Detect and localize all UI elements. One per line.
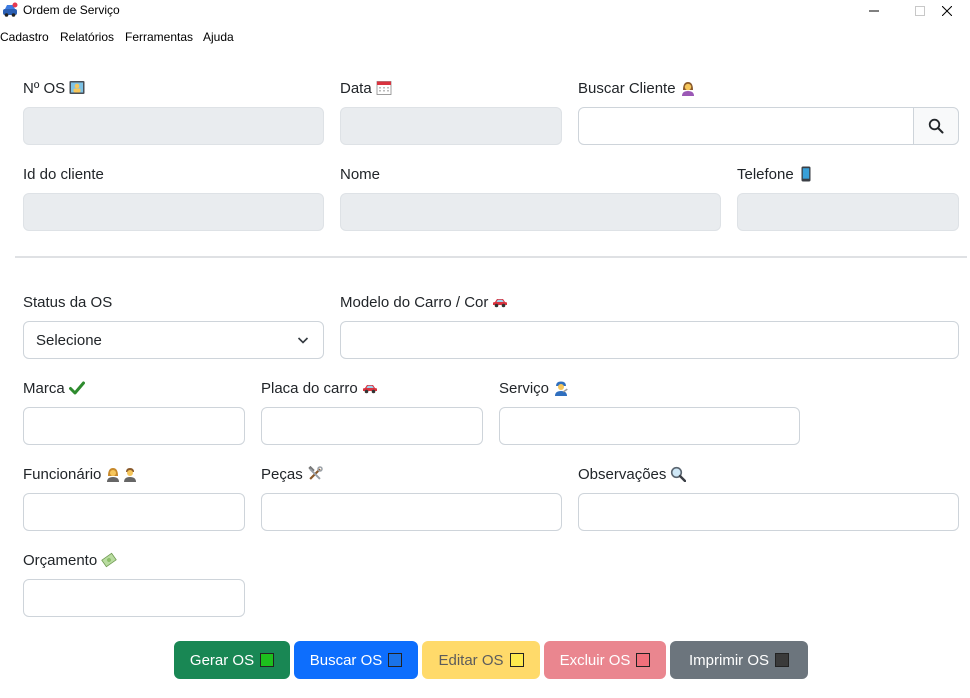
- black-square-icon: [775, 653, 789, 667]
- plate-label: Placa do carro: [261, 378, 378, 398]
- service-label-text: Serviço: [499, 379, 550, 397]
- name-label-text: Nome: [340, 165, 381, 183]
- section-divider: [15, 256, 967, 258]
- budget-input[interactable]: [23, 579, 245, 617]
- budget-label: Orçamento: [23, 550, 117, 570]
- brand-label: Marca: [23, 378, 85, 398]
- brand-label-text: Marca: [23, 379, 65, 397]
- edit-os-label: Editar OS: [438, 651, 504, 669]
- date-label: Data: [340, 78, 392, 98]
- delete-os-button[interactable]: Excluir OS: [544, 641, 666, 679]
- print-os-label: Imprimir OS: [689, 651, 769, 669]
- minimize-button[interactable]: [851, 0, 897, 22]
- search-client-button[interactable]: [913, 107, 959, 145]
- budget-label-text: Orçamento: [23, 551, 98, 569]
- search-os-button[interactable]: Buscar OS: [294, 641, 418, 679]
- blue-square-icon: [388, 653, 403, 667]
- notes-label: Observações: [578, 464, 687, 484]
- date-label-text: Data: [340, 79, 372, 97]
- plate-input[interactable]: [261, 407, 483, 445]
- client-id-label-text: Id do cliente: [23, 165, 104, 183]
- brand-input[interactable]: [23, 407, 245, 445]
- status-label-text: Status da OS: [23, 293, 113, 311]
- employee-label-text: Funcionário: [23, 465, 102, 483]
- print-os-button[interactable]: Imprimir OS: [670, 641, 808, 679]
- minimize-icon: [869, 10, 879, 12]
- phone-label-text: Telefone: [737, 165, 794, 183]
- search-client-input[interactable]: [578, 107, 914, 145]
- search-client-label-text: Buscar Cliente: [578, 79, 676, 97]
- red-square-icon: [636, 653, 651, 667]
- mobile-phone-icon: [801, 166, 811, 182]
- close-icon: [942, 6, 952, 16]
- car-model-label-text: Modelo do Carro / Cor: [340, 293, 489, 311]
- status-select[interactable]: Selecione: [23, 321, 324, 359]
- plate-label-text: Placa do carro: [261, 379, 358, 397]
- woman-worker-icon: [107, 468, 120, 482]
- car-model-label: Modelo do Carro / Cor: [340, 292, 508, 312]
- search-os-label: Buscar OS: [309, 651, 383, 669]
- employee-input[interactable]: [23, 493, 245, 531]
- car-app-icon: [3, 2, 18, 17]
- date-field[interactable]: [340, 107, 562, 145]
- os-number-label: Nº OS: [23, 78, 85, 98]
- status-selected-value: Selecione: [36, 331, 102, 349]
- status-label: Status da OS: [23, 292, 112, 312]
- money-icon: [101, 552, 117, 568]
- window-title: Ordem de Serviço: [23, 3, 120, 17]
- phone-field[interactable]: [737, 193, 959, 231]
- client-id-label: Id do cliente: [23, 164, 104, 184]
- service-input[interactable]: [499, 407, 800, 445]
- chevron-down-icon: [297, 337, 309, 344]
- menu-ferramentas[interactable]: Ferramentas: [125, 30, 193, 44]
- name-label: Nome: [340, 164, 380, 184]
- red-car-icon: [493, 299, 508, 308]
- os-number-label-text: Nº OS: [23, 79, 66, 97]
- title-bar: Ordem de Serviço: [0, 0, 970, 22]
- notes-label-text: Observações: [578, 465, 667, 483]
- computer-user-icon: [69, 81, 85, 94]
- generate-os-button[interactable]: Gerar OS: [174, 641, 290, 679]
- yellow-square-icon: [509, 653, 524, 667]
- close-button[interactable]: [924, 0, 970, 22]
- hammer-and-wrench-icon: [308, 466, 323, 480]
- woman-icon: [681, 82, 694, 96]
- menu-ajuda[interactable]: Ajuda: [203, 30, 234, 44]
- red-car-icon: [362, 385, 377, 394]
- delete-os-label: Excluir OS: [559, 651, 631, 669]
- menu-cadastro[interactable]: Cadastro: [0, 30, 49, 44]
- name-field[interactable]: [340, 193, 721, 231]
- parts-label: Peças: [261, 464, 323, 484]
- menu-relatorios[interactable]: Relatórios: [60, 30, 114, 44]
- magnifying-glass-icon: [671, 466, 687, 482]
- check-mark-icon: [68, 381, 85, 395]
- notes-input[interactable]: [578, 493, 959, 531]
- search-client-label: Buscar Cliente: [578, 78, 696, 98]
- generate-os-label: Gerar OS: [189, 651, 255, 669]
- edit-os-button[interactable]: Editar OS: [422, 641, 540, 679]
- client-id-field[interactable]: [23, 193, 324, 231]
- os-number-field[interactable]: [23, 107, 324, 145]
- search-icon: [928, 118, 944, 134]
- phone-label: Telefone: [737, 164, 814, 184]
- green-square-icon: [260, 653, 275, 667]
- calendar-icon: [376, 81, 392, 95]
- parts-input[interactable]: [261, 493, 562, 531]
- car-model-input[interactable]: [340, 321, 959, 359]
- employee-label: Funcionário: [23, 464, 138, 484]
- service-label: Serviço: [499, 378, 569, 398]
- man-worker-icon: [124, 468, 137, 482]
- mechanic-icon: [555, 381, 568, 396]
- parts-label-text: Peças: [261, 465, 303, 483]
